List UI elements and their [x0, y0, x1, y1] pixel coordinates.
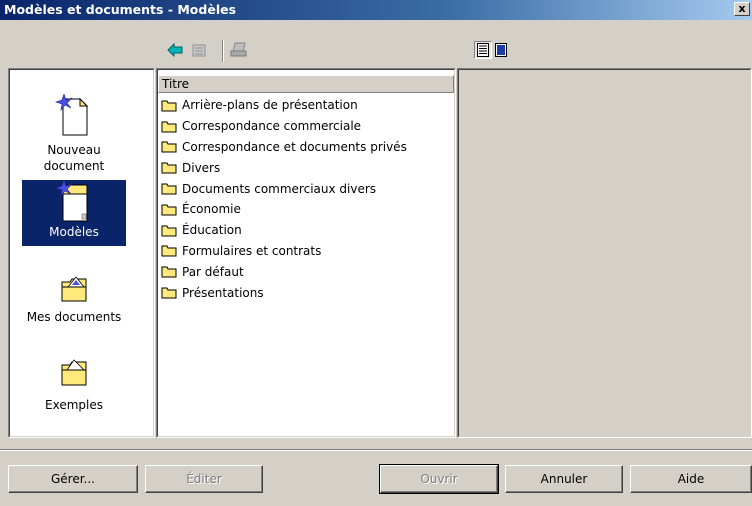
- back-button[interactable]: [165, 40, 185, 60]
- arrow-left-icon: [167, 43, 183, 57]
- list-item[interactable]: Par défaut: [158, 261, 454, 282]
- list-item[interactable]: Éducation: [158, 220, 454, 241]
- close-button[interactable]: x: [734, 2, 750, 16]
- folder-up-icon: [192, 44, 206, 57]
- folder-icon: [161, 141, 177, 153]
- category-my-documents[interactable]: Mes documents: [22, 275, 126, 325]
- folder-icon: [161, 225, 177, 237]
- preview-panel: [457, 68, 752, 438]
- folder-icon: [161, 183, 177, 195]
- category-label: Mes documents: [26, 310, 122, 324]
- help-button[interactable]: Aide: [630, 465, 752, 493]
- list-item[interactable]: Économie: [158, 199, 454, 220]
- folder-icon: [161, 121, 177, 133]
- my-documents-folder-icon: [61, 276, 87, 302]
- templates-icon: [55, 180, 88, 222]
- folder-icon: [161, 204, 177, 216]
- list-item[interactable]: Correspondance commerciale: [158, 116, 454, 137]
- document-properties-icon: [477, 43, 489, 57]
- category-label: Nouveau document: [43, 143, 105, 173]
- list-item[interactable]: Documents commerciaux divers: [158, 178, 454, 199]
- category-new-document[interactable]: Nouveau document: [22, 94, 126, 174]
- cancel-button[interactable]: Annuler: [505, 465, 623, 493]
- list-item[interactable]: Arrière-plans de présentation: [158, 95, 454, 116]
- template-folder-list: Arrière-plans de présentation Correspond…: [158, 95, 454, 303]
- view-preview-button[interactable]: [492, 41, 510, 59]
- window-title: Modèles et documents - Modèles: [4, 2, 237, 17]
- list-item[interactable]: Divers: [158, 157, 454, 178]
- folder-icon: [161, 245, 177, 257]
- open-button[interactable]: Ouvrir: [379, 464, 499, 494]
- title-bar: Modèles et documents - Modèles x: [0, 0, 752, 20]
- category-examples[interactable]: Exemples: [22, 357, 126, 413]
- folder-icon: [161, 162, 177, 174]
- category-templates[interactable]: Modèles: [22, 180, 126, 246]
- folder-icon: [161, 100, 177, 112]
- list-item[interactable]: Formulaires et contrats: [158, 241, 454, 262]
- list-item[interactable]: Présentations: [158, 282, 454, 303]
- folder-icon: [161, 287, 177, 299]
- manage-button[interactable]: Gérer...: [8, 465, 138, 493]
- up-level-button[interactable]: [189, 40, 209, 60]
- category-label: Modèles: [49, 225, 99, 239]
- close-icon: x: [738, 2, 746, 15]
- examples-folder-icon: [61, 359, 87, 386]
- view-properties-button[interactable]: [474, 41, 492, 59]
- printer-icon: [230, 42, 247, 57]
- print-button[interactable]: [229, 40, 249, 60]
- category-label: Exemples: [45, 398, 103, 412]
- new-document-icon: [55, 94, 89, 136]
- folder-icon: [161, 266, 177, 278]
- list-item[interactable]: Correspondance et documents privés: [158, 137, 454, 158]
- button-divider: [0, 449, 752, 451]
- edit-button[interactable]: Éditer: [145, 465, 263, 493]
- document-preview-icon: [495, 43, 507, 57]
- column-header-title[interactable]: Titre: [158, 75, 454, 93]
- toolbar-separator: [222, 40, 224, 62]
